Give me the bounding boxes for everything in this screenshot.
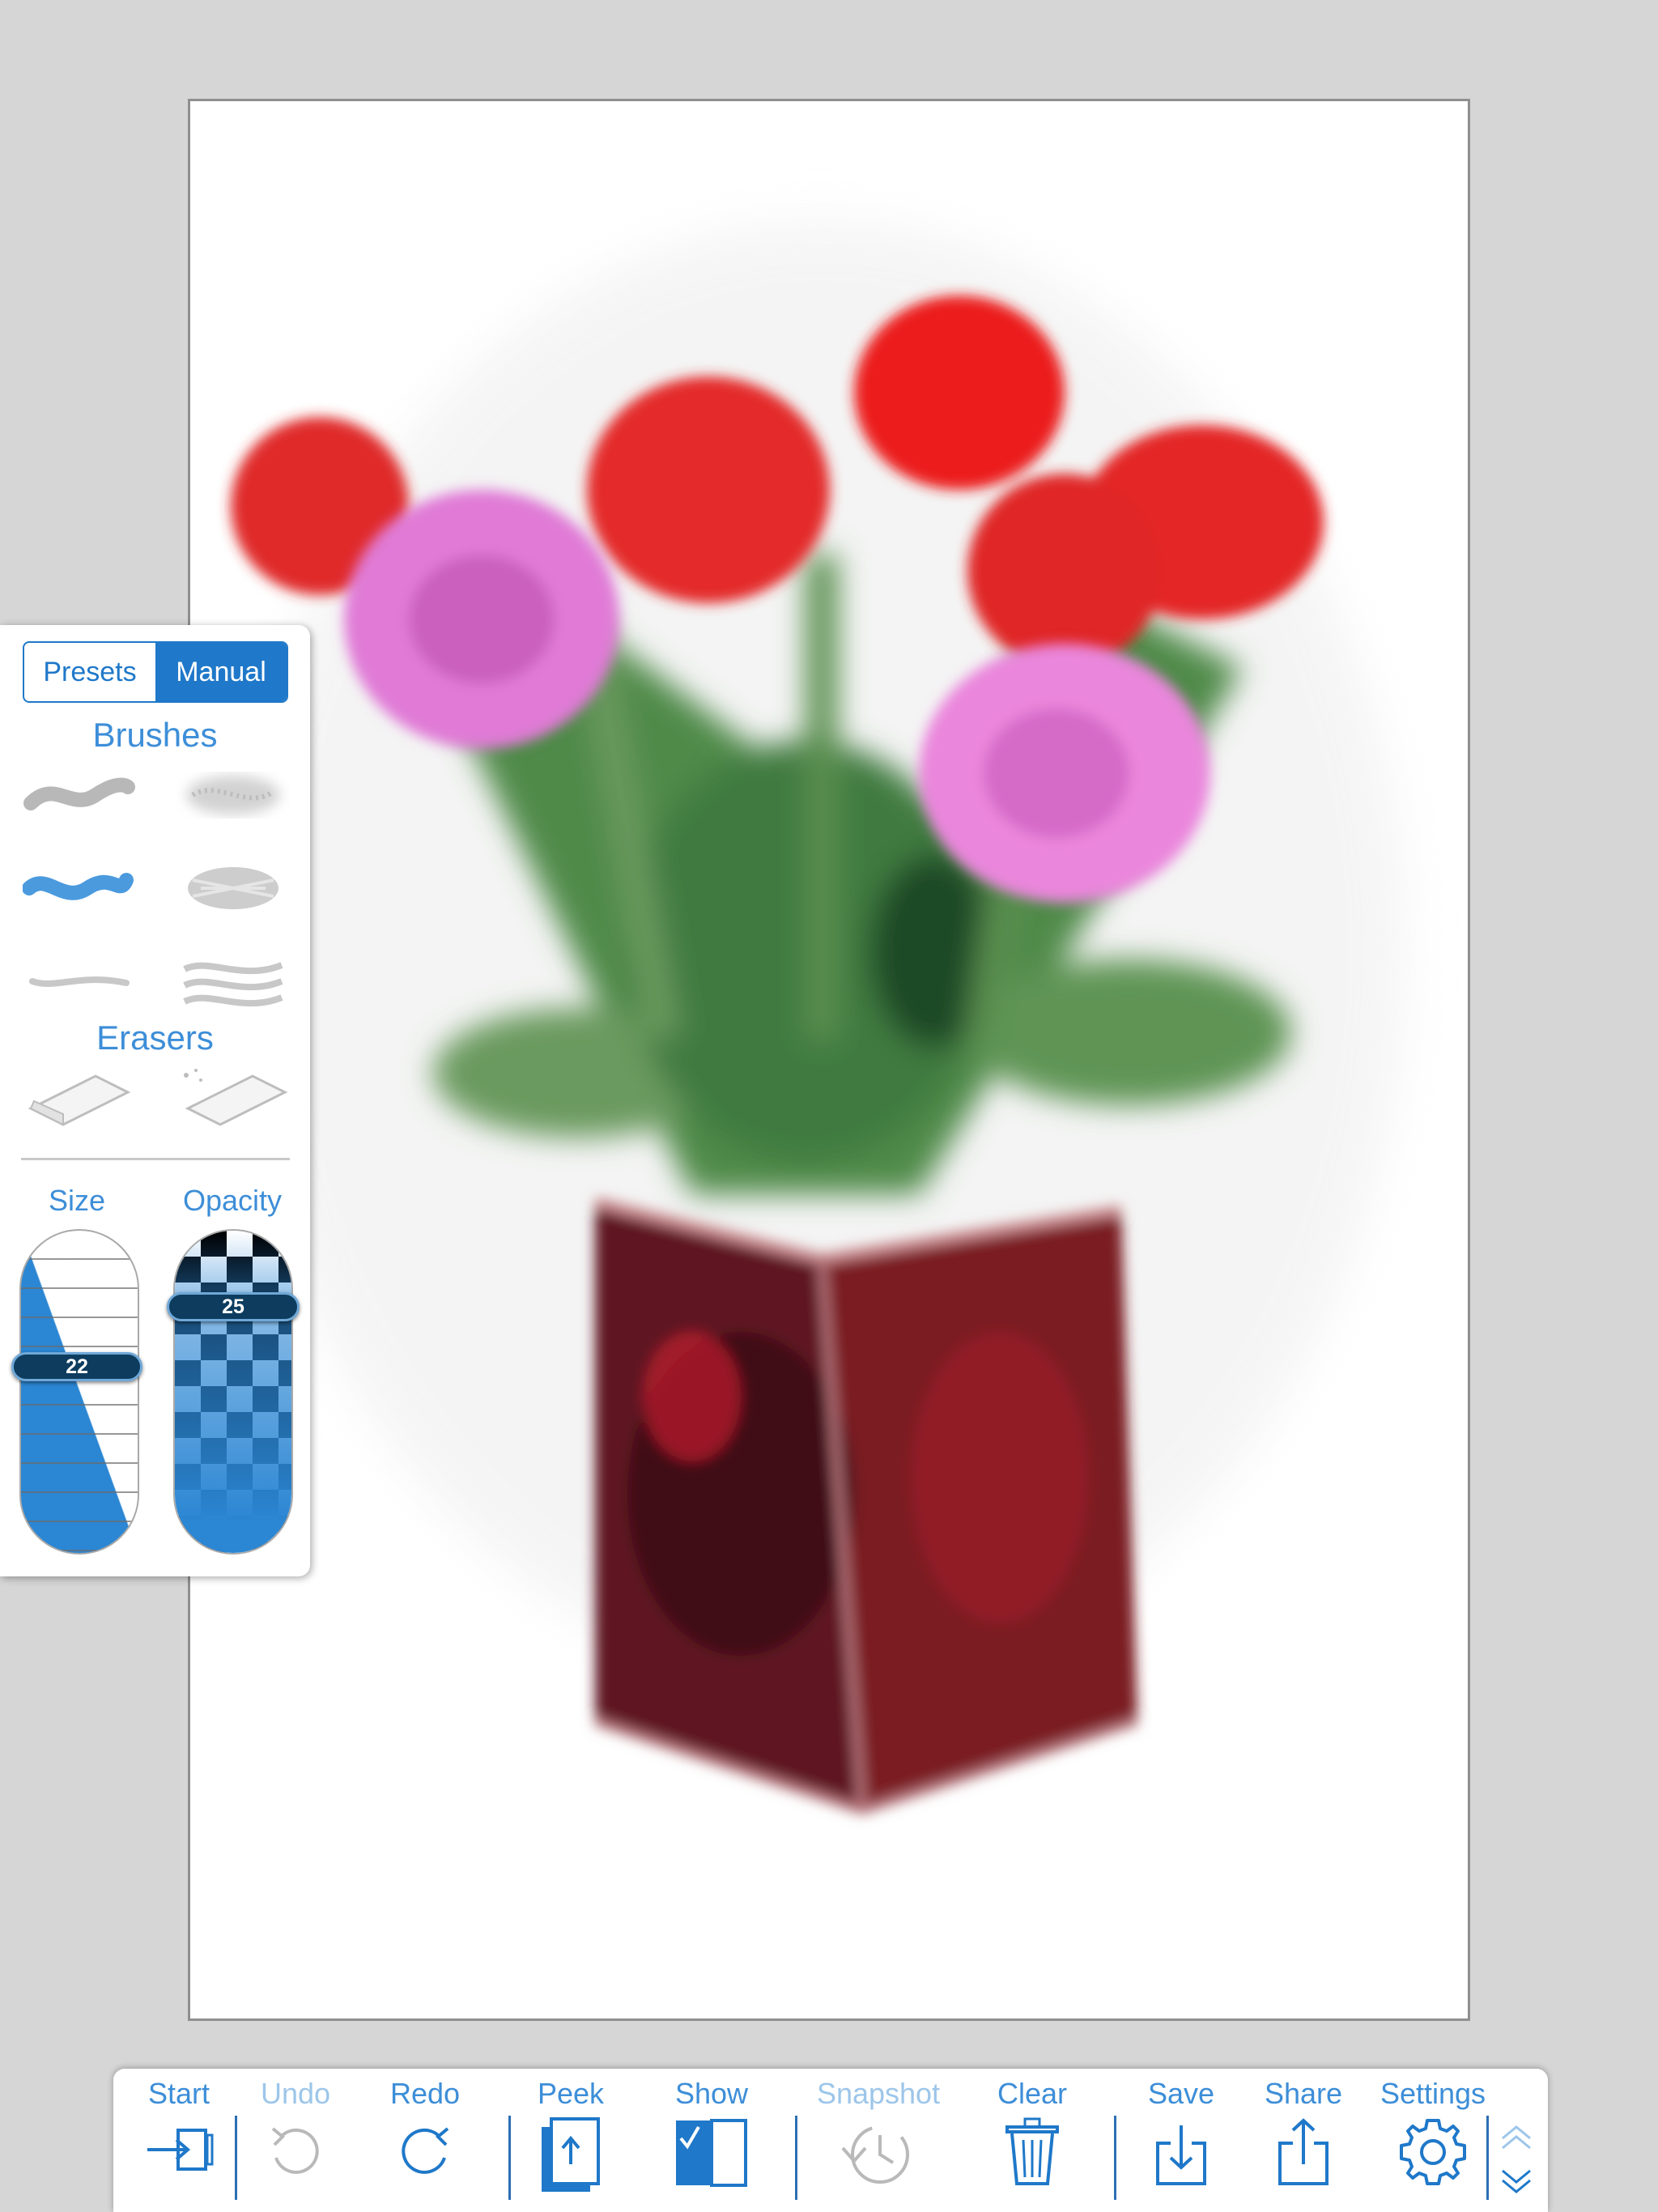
bottom-toolbar: Start Undo Redo Peek Show Snapshot Clear… xyxy=(113,2069,1548,2212)
undo-button[interactable]: Undo xyxy=(243,2069,348,2212)
show-button[interactable]: Show xyxy=(659,2069,764,2212)
clear-icon xyxy=(1005,2117,1059,2185)
brush-watercolor-selected[interactable] xyxy=(23,856,136,921)
brushes-title: Brushes xyxy=(92,716,218,754)
toolbar-separator xyxy=(795,2116,797,2200)
presets-segment[interactable]: Presets xyxy=(24,643,155,701)
toolbar-separator xyxy=(1114,2116,1116,2200)
start-icon xyxy=(147,2129,214,2171)
peek-icon xyxy=(542,2117,600,2192)
clear-button[interactable]: Clear xyxy=(980,2069,1085,2212)
brush-textured[interactable] xyxy=(176,763,290,827)
redo-button[interactable]: Redo xyxy=(372,2069,478,2212)
painting xyxy=(231,223,1405,1815)
brush-smooth[interactable] xyxy=(23,763,136,827)
snapshot-button[interactable]: Snapshot xyxy=(801,2069,955,2212)
share-icon xyxy=(1278,2118,1329,2185)
snapshot-icon xyxy=(841,2125,909,2184)
eraser-soft-icon[interactable] xyxy=(176,1064,290,1129)
brush-sponge[interactable] xyxy=(176,856,290,921)
toolbar-separator xyxy=(508,2116,511,2200)
eraser-hard-icon[interactable] xyxy=(23,1064,136,1129)
opacity-label: Opacity xyxy=(182,1184,283,1217)
opacity-slider[interactable] xyxy=(173,1229,293,1555)
share-button[interactable]: Share xyxy=(1251,2069,1356,2212)
undo-icon xyxy=(271,2127,319,2174)
erasers-title: Erasers xyxy=(96,1019,214,1057)
redo-icon xyxy=(402,2127,449,2174)
toolbar-separator xyxy=(1486,2116,1489,2200)
panel-divider xyxy=(21,1158,290,1160)
manual-segment[interactable]: Manual xyxy=(155,643,287,701)
drawing-canvas[interactable] xyxy=(188,99,1470,2021)
brush-panel: Presets Manual Brushes Erasers Size Opac… xyxy=(0,625,310,1576)
size-label: Size xyxy=(48,1184,106,1217)
brush-multi-line[interactable] xyxy=(176,949,290,1014)
size-slider-thumb[interactable]: 22 xyxy=(11,1352,142,1381)
settings-icon xyxy=(1400,2119,1466,2185)
opacity-slider-thumb[interactable]: 25 xyxy=(167,1292,300,1321)
brush-thin[interactable] xyxy=(23,949,136,1014)
start-button[interactable]: Start xyxy=(126,2069,232,2212)
toolbar-separator xyxy=(235,2116,237,2200)
mode-segmented-control[interactable]: Presets Manual xyxy=(23,641,288,703)
chevron-up-icon[interactable] xyxy=(1498,2122,1535,2151)
peek-button[interactable]: Peek xyxy=(518,2069,623,2212)
settings-button[interactable]: Settings xyxy=(1368,2069,1498,2212)
size-slider[interactable] xyxy=(19,1229,139,1555)
save-button[interactable]: Save xyxy=(1129,2069,1234,2212)
show-icon xyxy=(676,2119,747,2187)
chevron-down-icon[interactable] xyxy=(1498,2167,1535,2197)
save-icon xyxy=(1156,2125,1206,2185)
